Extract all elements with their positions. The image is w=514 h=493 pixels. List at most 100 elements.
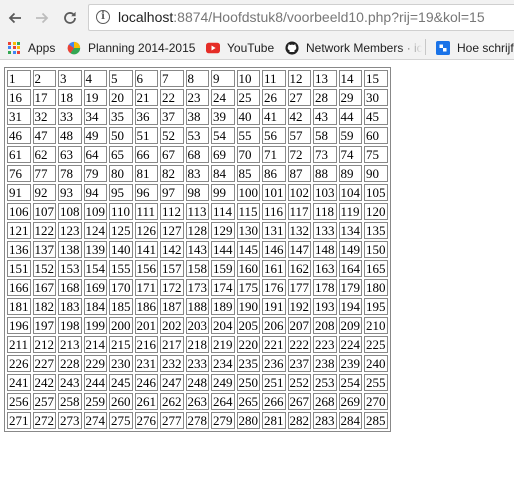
table-row: 166 167 168 169 170 171 172 173 174 175 176 177 178 1…	[7, 279, 388, 296]
table-cell: 112	[160, 203, 184, 220]
table-cell: 279	[211, 412, 235, 429]
bookmark-youtube[interactable]: YouTube	[206, 38, 274, 57]
table-cell: 74	[338, 146, 362, 163]
table-cell: 218	[185, 336, 209, 353]
table-cell: 45	[364, 108, 388, 125]
table-cell: 140	[109, 241, 133, 258]
table-cell: 190	[236, 298, 260, 315]
table-cell: 29	[338, 89, 362, 106]
google-drive-icon	[67, 41, 81, 54]
table-cell: 147	[287, 241, 311, 258]
table-row: 211 212 213 214 215 216 217 218 219 220 221 222 223 2…	[7, 336, 388, 353]
table-cell: 130	[236, 222, 260, 239]
table-cell: 145	[236, 241, 260, 258]
table-cell: 232	[160, 355, 184, 372]
table-cell: 251	[262, 374, 286, 391]
table-cell: 175	[236, 279, 260, 296]
reload-icon[interactable]	[61, 9, 79, 27]
table-cell: 212	[32, 336, 56, 353]
table-cell: 48	[58, 127, 82, 144]
table-cell: 124	[83, 222, 107, 239]
table-cell: 13	[313, 70, 337, 87]
table-cell: 83	[185, 165, 209, 182]
table-cell: 66	[134, 146, 158, 163]
table-cell: 216	[134, 336, 158, 353]
table-cell: 220	[236, 336, 260, 353]
table-cell: 200	[109, 317, 133, 334]
forward-arrow-icon[interactable]	[33, 9, 51, 27]
table-cell: 156	[134, 260, 158, 277]
table-cell: 281	[262, 412, 286, 429]
bookmark-separator	[425, 39, 426, 55]
table-cell: 31	[7, 108, 31, 125]
bookmark-planning[interactable]: Planning 2014-2015	[67, 38, 195, 57]
table-cell: 154	[83, 260, 107, 277]
table-cell: 77	[32, 165, 56, 182]
table-cell: 158	[185, 260, 209, 277]
table-cell: 10	[236, 70, 260, 87]
bookmark-label: Hoe schrijf	[457, 40, 514, 55]
bookmark-hoe-schrijf[interactable]: Hoe schrijf	[436, 38, 514, 57]
table-cell: 180	[364, 279, 388, 296]
table-cell: 203	[185, 317, 209, 334]
table-cell: 239	[338, 355, 362, 372]
table-cell: 167	[32, 279, 56, 296]
table-cell: 148	[313, 241, 337, 258]
table-cell: 25	[236, 89, 260, 106]
table-cell: 107	[32, 203, 56, 220]
table-cell: 105	[364, 184, 388, 201]
table-row: 91 92 93 94 95 96 97 98 99 100 101 102 103 104 105	[7, 184, 388, 201]
table-cell: 260	[109, 393, 133, 410]
table-cell: 141	[134, 241, 158, 258]
address-bar[interactable]: i localhost:8874/Hoofdstuk8/voorbeeld10.…	[88, 4, 514, 31]
table-cell: 11	[262, 70, 286, 87]
table-cell: 192	[287, 298, 311, 315]
table-cell: 119	[338, 203, 362, 220]
apps-grid-icon	[8, 41, 20, 54]
table-cell: 67	[160, 146, 184, 163]
table-cell: 215	[109, 336, 133, 353]
table-row: 181 182 183 184 185 186 187 188 189 190 191 192 193 1…	[7, 298, 388, 315]
table-cell: 90	[364, 165, 388, 182]
table-cell: 204	[211, 317, 235, 334]
table-cell: 24	[211, 89, 235, 106]
bookmark-label: Apps	[28, 40, 56, 55]
table-cell: 86	[262, 165, 286, 182]
table-cell: 191	[262, 298, 286, 315]
table-cell: 91	[7, 184, 31, 201]
table-cell: 280	[236, 412, 260, 429]
table-cell: 73	[313, 146, 337, 163]
table-cell: 62	[32, 146, 56, 163]
table-cell: 258	[58, 393, 82, 410]
table-cell: 115	[236, 203, 260, 220]
table-cell: 88	[313, 165, 337, 182]
site-info-icon[interactable]: i	[96, 10, 110, 24]
table-cell: 177	[287, 279, 311, 296]
table-cell: 138	[58, 241, 82, 258]
table-cell: 63	[58, 146, 82, 163]
table-cell: 277	[160, 412, 184, 429]
table-row: 151 152 153 154 155 156 157 158 159 160 161 162 163 1…	[7, 260, 388, 277]
table-cell: 184	[83, 298, 107, 315]
back-arrow-icon[interactable]	[6, 9, 24, 27]
table-cell: 18	[58, 89, 82, 106]
table-cell: 202	[160, 317, 184, 334]
table-cell: 166	[7, 279, 31, 296]
table-cell: 111	[134, 203, 158, 220]
table-row: 106 107 108 109 110 111 112 113 114 115 116 117 118 1…	[7, 203, 388, 220]
table-cell: 108	[58, 203, 82, 220]
table-cell: 197	[32, 317, 56, 334]
table-cell: 225	[364, 336, 388, 353]
bookmark-apps[interactable]: Apps	[8, 38, 55, 57]
table-cell: 262	[160, 393, 184, 410]
table-cell: 118	[313, 203, 337, 220]
table-cell: 104	[338, 184, 362, 201]
table-cell: 128	[185, 222, 209, 239]
url-host: localhost	[118, 9, 174, 25]
table-cell: 169	[83, 279, 107, 296]
number-table: 1 2 3 4 5 6 7 8 9 10 11 12 13 14 15 16 17 18 19 20 21 22 23 24 2…	[4, 67, 391, 432]
table-cell: 209	[338, 317, 362, 334]
table-cell: 229	[83, 355, 107, 372]
table-cell: 179	[338, 279, 362, 296]
table-cell: 242	[32, 374, 56, 391]
